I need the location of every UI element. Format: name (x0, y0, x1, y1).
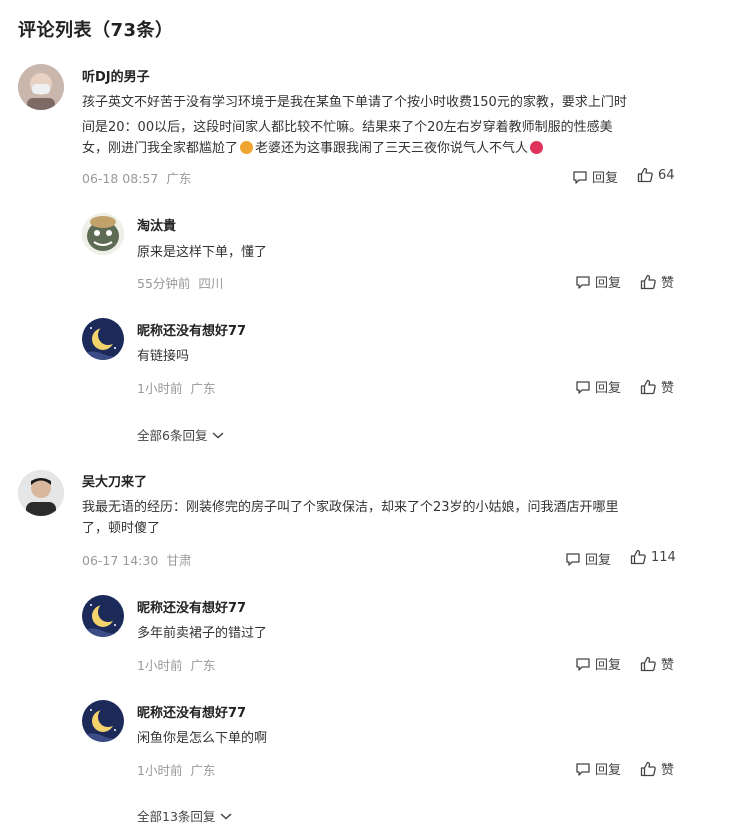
reply-text: 闲鱼你是怎么下单的啊 (137, 731, 268, 746)
comment-text-line-wrap: 女，刚进门我全家都尴尬了 老婆还为这事跟我闹了三天三夜你说气人不气人 (82, 136, 545, 161)
thumbs-up-icon (630, 549, 646, 565)
like-label: 赞 (661, 763, 675, 778)
comment-text-line: 孩子英文不好苦于没有学习环境于是我在某鱼下单请了个按小时收费150元的家教，要求… (82, 95, 627, 110)
comment-location: 甘肃 (166, 553, 192, 568)
reply-label: 回复 (592, 171, 619, 186)
reply-button[interactable]: 回复 (575, 654, 621, 673)
like-button[interactable]: 赞 (640, 759, 674, 778)
reply-meta: 1小时前 广东 (137, 760, 215, 779)
reply-text: 多年前卖裙子的错过了 (137, 626, 268, 641)
thumbs-up-icon (640, 656, 656, 671)
reply-button[interactable]: 回复 (572, 167, 618, 186)
show-all-replies-label: 全部13条回复 (137, 809, 216, 824)
chevron-down-icon (220, 812, 232, 820)
reply-button[interactable]: 回复 (565, 549, 611, 568)
reply-time: 1小时前 (137, 658, 183, 673)
thumbs-up-icon (640, 761, 656, 776)
reply-time: 55分钟前 (137, 276, 191, 291)
avatar[interactable] (82, 213, 124, 255)
thumbs-up-icon (640, 379, 656, 394)
comment-username[interactable]: 听DJ的男子 (82, 66, 150, 85)
user-photo-icon (18, 64, 64, 110)
moon-night-icon (82, 318, 124, 360)
reply-location: 广东 (190, 658, 216, 673)
avatar[interactable] (82, 595, 124, 637)
comment-time: 06-17 14:30 (82, 553, 159, 568)
show-all-replies-button[interactable]: 全部6条回复 (137, 425, 225, 444)
reply-username[interactable]: 昵称还没有想好77 (137, 597, 246, 616)
avatar[interactable] (18, 470, 64, 516)
user-photo-icon (18, 470, 64, 516)
reply-time: 1小时前 (137, 763, 183, 778)
comment-text-line: 女，刚进门我全家都尴尬了 (82, 141, 239, 156)
comment-text-line: 我最无语的经历：刚装修完的房子叫了个家政保洁，却来了个23岁的小姑娘，问我酒店开… (82, 500, 619, 515)
thumbs-up-icon (640, 274, 656, 289)
like-button[interactable]: 114 (630, 549, 676, 565)
reply-username[interactable]: 昵称还没有想好77 (137, 702, 246, 721)
like-button[interactable]: 64 (637, 167, 675, 183)
comment-text-line: 老婆还为这事跟我闹了三天三夜你说气人不气人 (255, 141, 529, 156)
comment-bubble-icon (566, 552, 580, 566)
like-label: 赞 (661, 381, 675, 396)
comment-bubble-icon (573, 170, 587, 184)
comment-text-line: 了，顿时傻了 (82, 521, 161, 536)
comment-bubble-icon (576, 380, 590, 394)
like-button[interactable]: 赞 (640, 272, 674, 291)
reply-meta: 1小时前 广东 (137, 655, 215, 674)
reply-label: 回复 (595, 763, 622, 778)
reply-meta: 55分钟前 四川 (137, 273, 223, 292)
reply-label: 回复 (595, 658, 622, 673)
show-all-replies-button[interactable]: 全部13条回复 (137, 806, 233, 825)
comment-bubble-icon (576, 275, 590, 289)
reply-label: 回复 (595, 276, 622, 291)
reply-label: 回复 (595, 381, 622, 396)
reply-username[interactable]: 淘汰貴 (137, 215, 176, 234)
avatar[interactable] (18, 64, 64, 110)
reply-location: 广东 (190, 763, 216, 778)
reply-button[interactable]: 回复 (575, 377, 621, 396)
comment-bubble-icon (576, 762, 590, 776)
blush-emoji-icon (240, 141, 254, 154)
comment-meta: 06-18 08:57 广东 (82, 168, 191, 187)
moon-night-icon (82, 700, 124, 742)
cartoon-face-icon (82, 213, 124, 255)
reply-time: 1小时前 (137, 381, 183, 396)
comment-bubble-icon (576, 657, 590, 671)
thumbs-up-icon (637, 167, 653, 183)
comment-location: 广东 (166, 171, 192, 186)
reply-location: 广东 (190, 381, 216, 396)
angry-emoji-icon (530, 141, 544, 154)
reply-text: 原来是这样下单，懂了 (137, 245, 268, 260)
reply-location: 四川 (198, 276, 224, 291)
like-count: 114 (651, 549, 676, 565)
page-title: 评论列表（73条） (18, 20, 174, 41)
reply-text: 有链接吗 (137, 349, 190, 364)
comment-meta: 06-17 14:30 甘肃 (82, 550, 191, 569)
comment-time: 06-18 08:57 (82, 171, 159, 186)
like-label: 赞 (661, 276, 675, 291)
like-label: 赞 (661, 658, 675, 673)
comment-username[interactable]: 吴大刀来了 (82, 471, 147, 490)
moon-night-icon (82, 595, 124, 637)
reply-button[interactable]: 回复 (575, 272, 621, 291)
reply-button[interactable]: 回复 (575, 759, 621, 778)
avatar[interactable] (82, 700, 124, 742)
reply-username[interactable]: 昵称还没有想好77 (137, 320, 246, 339)
like-button[interactable]: 赞 (640, 377, 674, 396)
like-count: 64 (658, 167, 675, 183)
show-all-replies-label: 全部6条回复 (137, 428, 208, 443)
reply-meta: 1小时前 广东 (137, 378, 215, 397)
like-button[interactable]: 赞 (640, 654, 674, 673)
avatar[interactable] (82, 318, 124, 360)
reply-label: 回复 (585, 553, 612, 568)
chevron-down-icon (212, 431, 224, 439)
